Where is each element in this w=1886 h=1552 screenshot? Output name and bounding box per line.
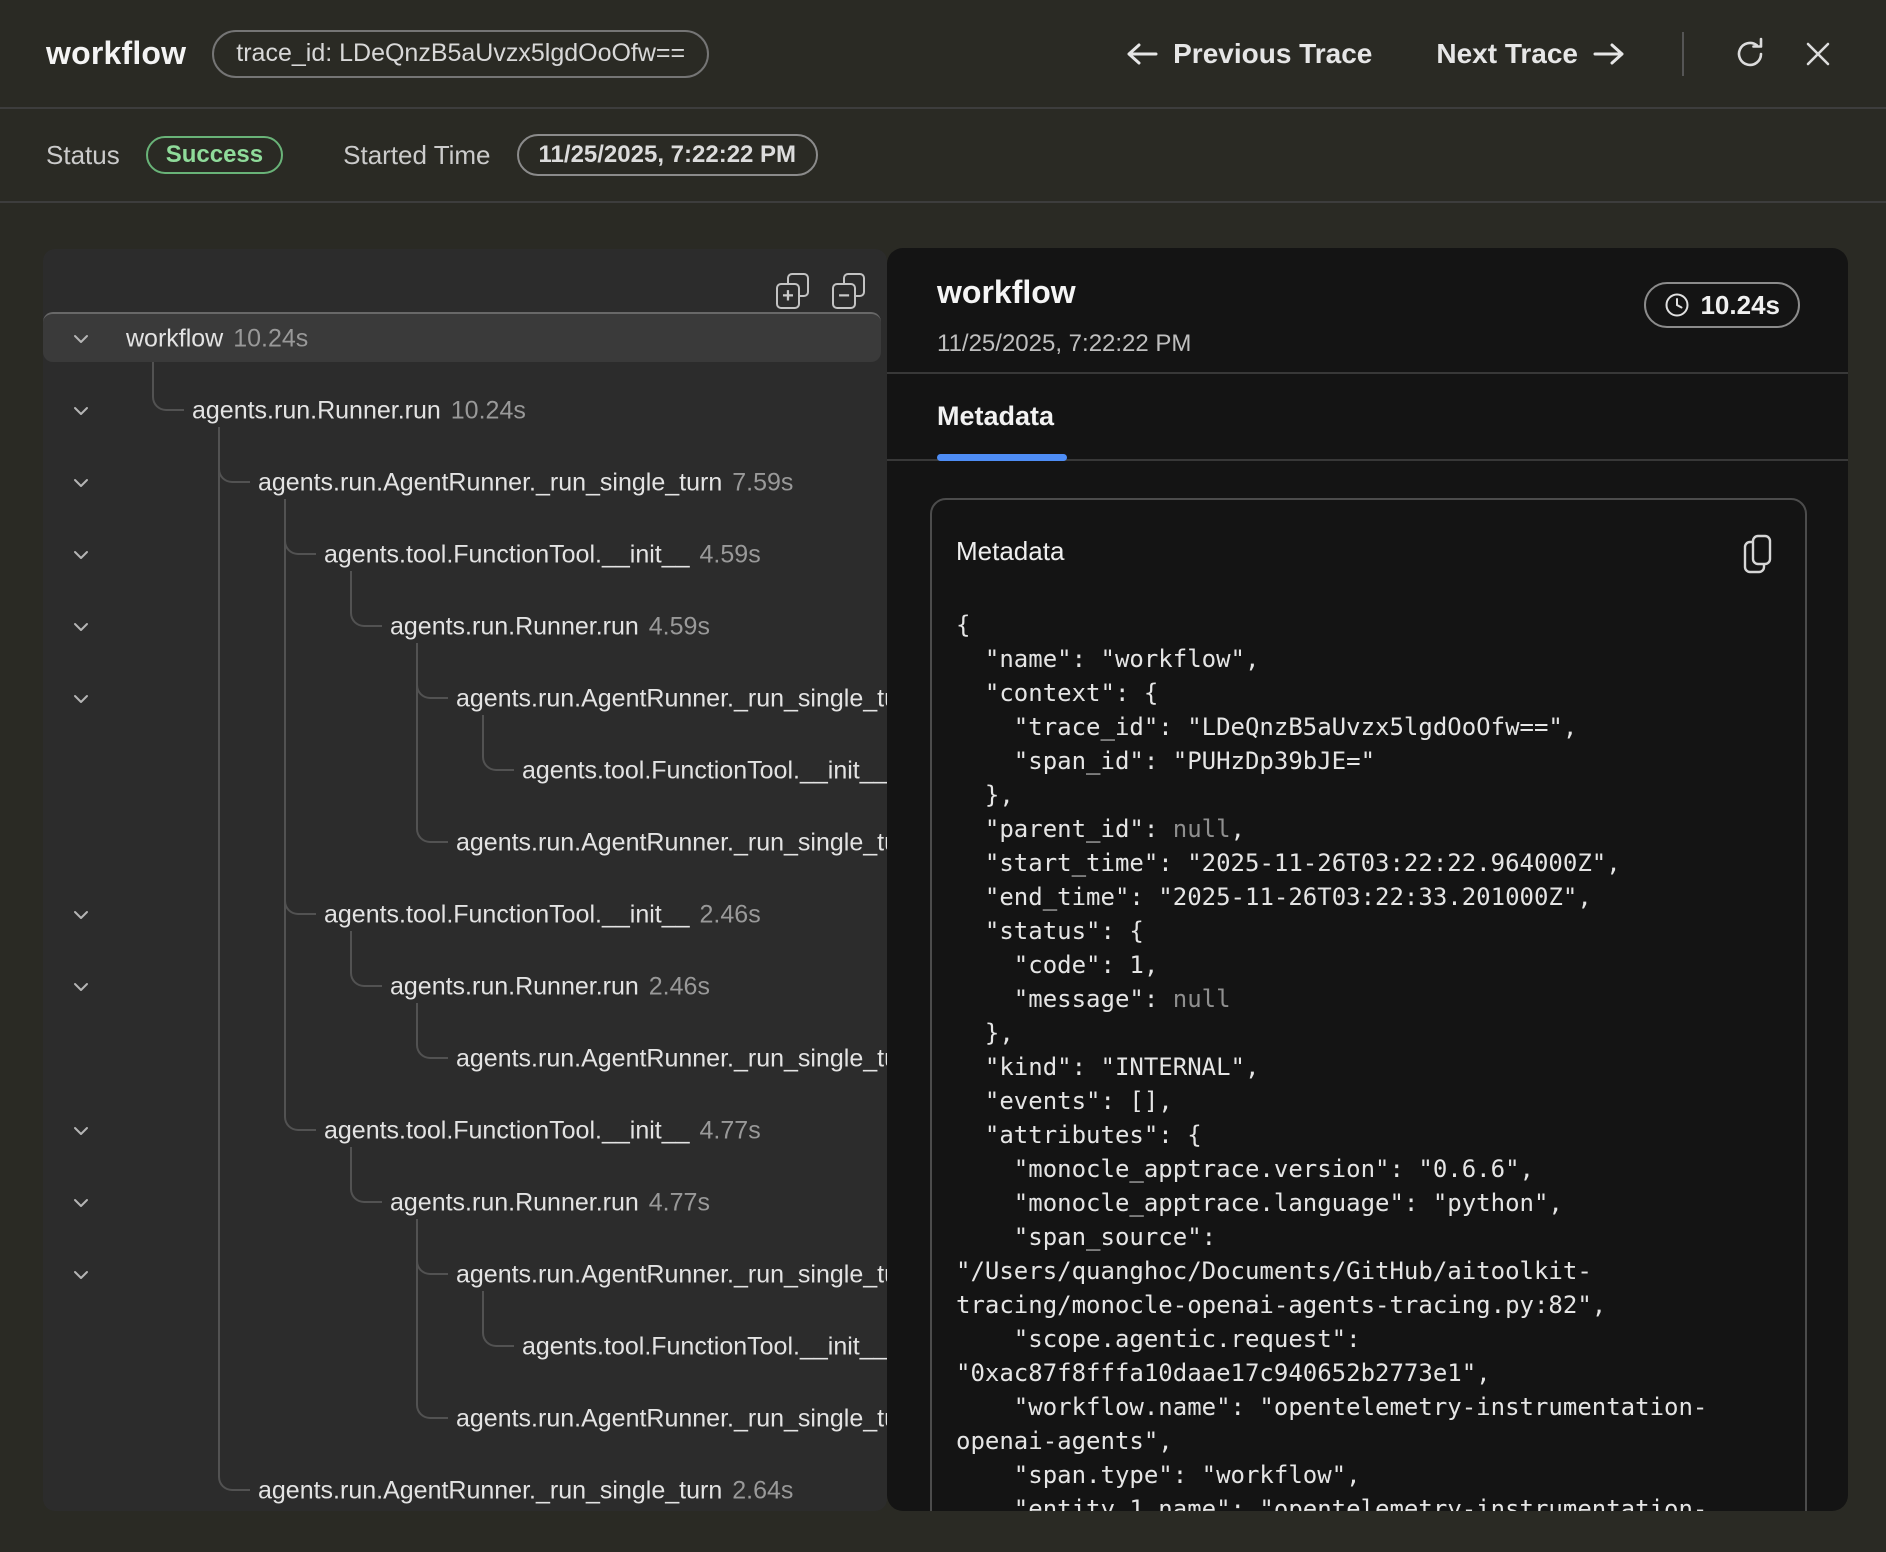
next-trace-button[interactable]: Next Trace <box>1436 38 1626 70</box>
chevron-down-icon[interactable] <box>69 1191 93 1215</box>
started-time-badge: 11/25/2025, 7:22:22 PM <box>517 134 819 176</box>
tree-row[interactable]: agents.run.Runner.run4.77s <box>43 1167 887 1239</box>
span-duration: 2.46s <box>700 901 761 929</box>
tree-row[interactable]: agents.run.Runner.run2.46s <box>43 951 887 1023</box>
tree-row[interactable]: agents.tool.FunctionTool.__init__ <box>43 1311 887 1383</box>
close-icon <box>1803 39 1833 69</box>
arrow-right-icon <box>1592 40 1626 68</box>
previous-trace-label: Previous Trace <box>1173 38 1372 70</box>
span-duration: 4.59s <box>649 613 710 641</box>
span-name: agents.run.AgentRunner._run_single_turn <box>456 829 887 858</box>
chevron-down-icon[interactable] <box>69 1119 93 1143</box>
expand-all-button[interactable]: + <box>773 271 813 311</box>
metadata-card-title: Metadata <box>956 530 1064 567</box>
tree-row[interactable]: agents.run.AgentRunner._run_single_turn <box>43 1023 887 1095</box>
span-name: agents.run.AgentRunner._run_single_turn <box>456 1405 887 1434</box>
metadata-json[interactable]: { "name": "workflow", "context": { "trac… <box>956 608 1786 1511</box>
trace-navigation: Previous Trace Next Trace <box>1125 0 1840 107</box>
span-duration: 7.59s <box>732 469 793 497</box>
span-name: agents.run.Runner.run4.59s <box>390 613 710 642</box>
span-duration: 4.77s <box>649 1189 710 1217</box>
tree-row[interactable]: agents.run.AgentRunner._run_single_turn <box>43 1383 887 1455</box>
span-name: agents.run.AgentRunner._run_single_turn <box>456 685 887 714</box>
span-name: agents.run.AgentRunner._run_single_turn <box>456 1045 887 1074</box>
span-name: agents.tool.FunctionTool.__init__4.77s <box>324 1117 761 1146</box>
chevron-down-icon[interactable] <box>69 543 93 567</box>
span-name: agents.run.AgentRunner._run_single_turn <box>456 1261 887 1290</box>
chevron-down-icon[interactable] <box>69 615 93 639</box>
span-name: agents.tool.FunctionTool.__init__ <box>522 757 887 786</box>
detail-title: workflow <box>937 274 1076 311</box>
span-duration: 10.24s <box>233 325 308 353</box>
chevron-down-icon[interactable] <box>69 327 93 351</box>
detail-tabs: Metadata <box>887 374 1848 461</box>
metadata-card: Metadata { "name": "workflow", "context"… <box>930 498 1807 1511</box>
copy-icon <box>1737 530 1781 578</box>
span-tree-panel: + − workflow10.24s agents.run.Runner.run1… <box>43 249 887 1511</box>
status-label: Status <box>46 140 120 171</box>
detail-timestamp: 11/25/2025, 7:22:22 PM <box>937 330 1191 358</box>
tree-row[interactable]: agents.run.AgentRunner._run_single_turn7… <box>43 447 887 519</box>
previous-trace-button[interactable]: Previous Trace <box>1125 38 1372 70</box>
tree-row[interactable]: agents.run.AgentRunner._run_single_turn <box>43 663 887 735</box>
tree-row[interactable]: agents.run.Runner.run10.24s <box>43 375 887 447</box>
refresh-button[interactable] <box>1728 32 1772 76</box>
arrow-left-icon <box>1125 40 1159 68</box>
close-button[interactable] <box>1796 32 1840 76</box>
tree-row[interactable]: agents.tool.FunctionTool.__init__4.77s <box>43 1095 887 1167</box>
span-duration: 10.24s <box>451 397 526 425</box>
span-name: agents.run.Runner.run4.77s <box>390 1189 710 1218</box>
top-bar: workflow trace_id: LDeQnzB5aUvzx5lgdOoOf… <box>0 0 1886 109</box>
status-bar: Status Success Started Time 11/25/2025, … <box>0 109 1886 203</box>
tree-row[interactable]: agents.run.AgentRunner._run_single_turn2… <box>43 1455 887 1511</box>
chevron-down-icon[interactable] <box>69 471 93 495</box>
chevron-down-icon[interactable] <box>69 687 93 711</box>
tree-row[interactable]: workflow10.24s <box>43 303 887 375</box>
tree-row[interactable]: agents.tool.FunctionTool.__init__2.46s <box>43 879 887 951</box>
main-content: + − workflow10.24sagents.run.Runner.run1… <box>0 203 1886 1552</box>
tree-row[interactable]: agents.tool.FunctionTool.__init__4.59s <box>43 519 887 591</box>
started-time-label: Started Time <box>343 140 490 171</box>
tree-row[interactable]: agents.run.AgentRunner._run_single_turn <box>43 1239 887 1311</box>
duration-value: 10.24s <box>1700 290 1780 321</box>
span-name: agents.run.Runner.run10.24s <box>192 397 526 426</box>
chevron-down-icon[interactable] <box>69 975 93 999</box>
clock-icon <box>1664 292 1690 318</box>
detail-header: workflow 11/25/2025, 7:22:22 PM 10.24s <box>887 248 1848 374</box>
refresh-icon <box>1731 35 1769 73</box>
trace-id-badge: trace_id: LDeQnzB5aUvzx5lgdOoOfw== <box>212 30 709 78</box>
span-duration: 2.46s <box>649 973 710 1001</box>
copy-button[interactable] <box>1737 530 1781 578</box>
tree-toolbar: + − <box>773 271 869 311</box>
chevron-down-icon[interactable] <box>69 1263 93 1287</box>
tree-row[interactable]: agents.run.Runner.run4.59s <box>43 591 887 663</box>
span-name: agents.tool.FunctionTool.__init__ <box>522 1333 887 1362</box>
active-tab-indicator <box>937 454 1067 461</box>
span-name: agents.tool.FunctionTool.__init__4.59s <box>324 541 761 570</box>
span-name: agents.run.AgentRunner._run_single_turn7… <box>258 469 793 498</box>
tree-row[interactable]: agents.tool.FunctionTool.__init__ <box>43 735 887 807</box>
chevron-down-icon[interactable] <box>69 903 93 927</box>
span-name: agents.run.AgentRunner._run_single_turn2… <box>258 1477 793 1506</box>
page-title: workflow <box>46 35 186 72</box>
span-duration: 4.77s <box>700 1117 761 1145</box>
span-duration: 4.59s <box>700 541 761 569</box>
span-tree-rows: workflow10.24s agents.run.Runner.run10.24… <box>43 303 887 1511</box>
span-name: agents.tool.FunctionTool.__init__2.46s <box>324 901 761 930</box>
span-name: agents.run.Runner.run2.46s <box>390 973 710 1002</box>
chevron-down-icon[interactable] <box>69 399 93 423</box>
span-name: workflow10.24s <box>126 325 308 354</box>
status-badge: Success <box>146 136 283 174</box>
toolbar-divider <box>1682 32 1684 76</box>
tab-metadata[interactable]: Metadata <box>937 374 1054 459</box>
duration-badge: 10.24s <box>1644 282 1800 328</box>
span-duration: 2.64s <box>732 1477 793 1505</box>
tree-row[interactable]: agents.run.AgentRunner._run_single_turn <box>43 807 887 879</box>
collapse-all-button[interactable]: − <box>829 271 869 311</box>
next-trace-label: Next Trace <box>1436 38 1578 70</box>
span-detail-panel: workflow 11/25/2025, 7:22:22 PM 10.24s M… <box>887 248 1848 1511</box>
